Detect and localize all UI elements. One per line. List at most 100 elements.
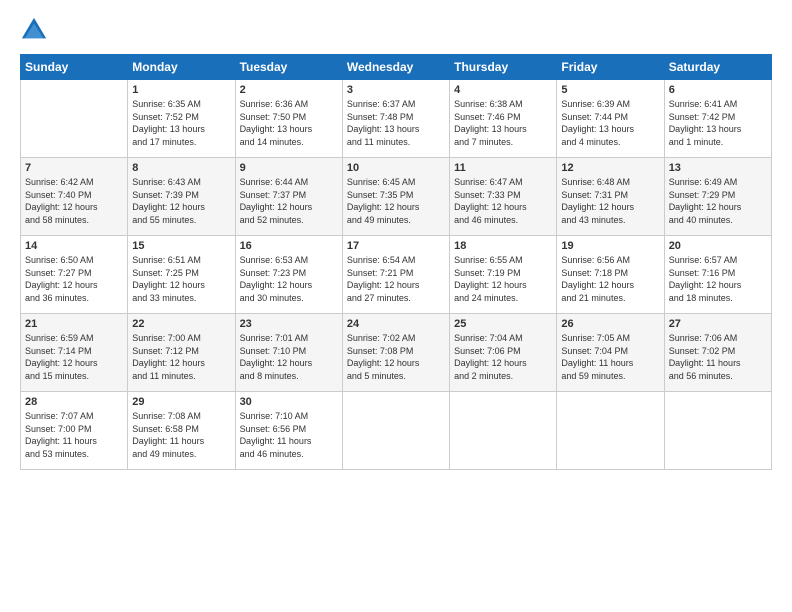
calendar-cell: 16 Sunrise: 6:53 AM Sunset: 7:23 PM Dayli…	[235, 236, 342, 314]
calendar-cell: 7 Sunrise: 6:42 AM Sunset: 7:40 PM Daylig…	[21, 158, 128, 236]
day-number: 27	[669, 318, 767, 330]
day-content: Sunrise: 7:10 AM Sunset: 6:56 PM Dayligh…	[240, 410, 338, 460]
calendar-cell: 5 Sunrise: 6:39 AM Sunset: 7:44 PM Daylig…	[557, 80, 664, 158]
day-number: 23	[240, 318, 338, 330]
day-number: 19	[561, 240, 659, 252]
day-content: Sunrise: 6:50 AM Sunset: 7:27 PM Dayligh…	[25, 254, 123, 304]
day-content: Sunrise: 7:08 AM Sunset: 6:58 PM Dayligh…	[132, 410, 230, 460]
calendar-cell: 28 Sunrise: 7:07 AM Sunset: 7:00 PM Dayli…	[21, 392, 128, 470]
day-number: 1	[132, 84, 230, 96]
calendar-cell: 15Sunrise: 6:51 AM Sunset: 7:25 PM Dayli…	[128, 236, 235, 314]
day-number: 3	[347, 84, 445, 96]
day-content: Sunrise: 6:53 AM Sunset: 7:23 PM Dayligh…	[240, 254, 338, 304]
day-number: 10	[347, 162, 445, 174]
calendar-cell: 27 Sunrise: 7:06 AM Sunset: 7:02 PM Dayli…	[664, 314, 771, 392]
calendar-cell: 30Sunrise: 7:10 AM Sunset: 6:56 PM Dayli…	[235, 392, 342, 470]
logo-icon	[20, 16, 48, 44]
day-content: Sunrise: 6:59 AM Sunset: 7:14 PM Dayligh…	[25, 332, 123, 382]
calendar-cell: 14 Sunrise: 6:50 AM Sunset: 7:27 PM Dayli…	[21, 236, 128, 314]
day-content: Sunrise: 6:54 AM Sunset: 7:21 PM Dayligh…	[347, 254, 445, 304]
day-content: Sunrise: 6:43 AM Sunset: 7:39 PM Dayligh…	[132, 176, 230, 226]
day-number: 20	[669, 240, 767, 252]
day-number: 14	[25, 240, 123, 252]
calendar-cell: 21 Sunrise: 6:59 AM Sunset: 7:14 PM Dayli…	[21, 314, 128, 392]
day-content: Sunrise: 6:41 AM Sunset: 7:42 PM Dayligh…	[669, 98, 767, 148]
header-sunday: Sunday	[21, 55, 128, 80]
week-row-4: 21 Sunrise: 6:59 AM Sunset: 7:14 PM Dayli…	[21, 314, 772, 392]
day-content: Sunrise: 7:06 AM Sunset: 7:02 PM Dayligh…	[669, 332, 767, 382]
logo	[20, 16, 52, 44]
calendar-cell: 11Sunrise: 6:47 AM Sunset: 7:33 PM Dayli…	[450, 158, 557, 236]
day-number: 15	[132, 240, 230, 252]
day-number: 5	[561, 84, 659, 96]
week-row-2: 7 Sunrise: 6:42 AM Sunset: 7:40 PM Daylig…	[21, 158, 772, 236]
day-number: 6	[669, 84, 767, 96]
day-number: 18	[454, 240, 552, 252]
week-row-1: 1 Sunrise: 6:35 AM Sunset: 7:52 PM Daylig…	[21, 80, 772, 158]
day-content: Sunrise: 7:07 AM Sunset: 7:00 PM Dayligh…	[25, 410, 123, 460]
day-content: Sunrise: 6:49 AM Sunset: 7:29 PM Dayligh…	[669, 176, 767, 226]
day-number: 13	[669, 162, 767, 174]
day-content: Sunrise: 6:36 AM Sunset: 7:50 PM Dayligh…	[240, 98, 338, 148]
day-content: Sunrise: 7:01 AM Sunset: 7:10 PM Dayligh…	[240, 332, 338, 382]
week-row-5: 28 Sunrise: 7:07 AM Sunset: 7:00 PM Dayli…	[21, 392, 772, 470]
day-content: Sunrise: 6:45 AM Sunset: 7:35 PM Dayligh…	[347, 176, 445, 226]
page: SundayMondayTuesdayWednesdayThursdayFrid…	[0, 0, 792, 612]
day-content: Sunrise: 6:38 AM Sunset: 7:46 PM Dayligh…	[454, 98, 552, 148]
calendar-cell: 17 Sunrise: 6:54 AM Sunset: 7:21 PM Dayli…	[342, 236, 449, 314]
header-tuesday: Tuesday	[235, 55, 342, 80]
calendar-cell: 10 Sunrise: 6:45 AM Sunset: 7:35 PM Dayli…	[342, 158, 449, 236]
day-content: Sunrise: 6:44 AM Sunset: 7:37 PM Dayligh…	[240, 176, 338, 226]
day-content: Sunrise: 7:05 AM Sunset: 7:04 PM Dayligh…	[561, 332, 659, 382]
calendar-cell: 18 Sunrise: 6:55 AM Sunset: 7:19 PM Dayli…	[450, 236, 557, 314]
day-content: Sunrise: 6:39 AM Sunset: 7:44 PM Dayligh…	[561, 98, 659, 148]
calendar-cell: 6 Sunrise: 6:41 AM Sunset: 7:42 PM Daylig…	[664, 80, 771, 158]
day-number: 25	[454, 318, 552, 330]
day-number: 8	[132, 162, 230, 174]
day-number: 12	[561, 162, 659, 174]
header-thursday: Thursday	[450, 55, 557, 80]
day-number: 22	[132, 318, 230, 330]
day-content: Sunrise: 7:02 AM Sunset: 7:08 PM Dayligh…	[347, 332, 445, 382]
calendar-cell: 3Sunrise: 6:37 AM Sunset: 7:48 PM Daylig…	[342, 80, 449, 158]
day-content: Sunrise: 6:55 AM Sunset: 7:19 PM Dayligh…	[454, 254, 552, 304]
day-content: Sunrise: 6:35 AM Sunset: 7:52 PM Dayligh…	[132, 98, 230, 148]
calendar-cell	[664, 392, 771, 470]
calendar-cell	[342, 392, 449, 470]
day-number: 7	[25, 162, 123, 174]
day-number: 2	[240, 84, 338, 96]
day-number: 24	[347, 318, 445, 330]
header-friday: Friday	[557, 55, 664, 80]
day-number: 28	[25, 396, 123, 408]
day-content: Sunrise: 7:04 AM Sunset: 7:06 PM Dayligh…	[454, 332, 552, 382]
header-saturday: Saturday	[664, 55, 771, 80]
header	[20, 16, 772, 44]
day-number: 9	[240, 162, 338, 174]
day-content: Sunrise: 6:48 AM Sunset: 7:31 PM Dayligh…	[561, 176, 659, 226]
calendar-cell: 20 Sunrise: 6:57 AM Sunset: 7:16 PM Dayli…	[664, 236, 771, 314]
calendar-cell: 24 Sunrise: 7:02 AM Sunset: 7:08 PM Dayli…	[342, 314, 449, 392]
calendar-cell: 4 Sunrise: 6:38 AM Sunset: 7:46 PM Daylig…	[450, 80, 557, 158]
calendar-cell: 26Sunrise: 7:05 AM Sunset: 7:04 PM Dayli…	[557, 314, 664, 392]
day-content: Sunrise: 7:00 AM Sunset: 7:12 PM Dayligh…	[132, 332, 230, 382]
calendar-cell: 13 Sunrise: 6:49 AM Sunset: 7:29 PM Dayli…	[664, 158, 771, 236]
day-number: 4	[454, 84, 552, 96]
calendar-cell: 1 Sunrise: 6:35 AM Sunset: 7:52 PM Daylig…	[128, 80, 235, 158]
calendar-cell: 19 Sunrise: 6:56 AM Sunset: 7:18 PM Dayli…	[557, 236, 664, 314]
calendar-cell: 22 Sunrise: 7:00 AM Sunset: 7:12 PM Dayli…	[128, 314, 235, 392]
calendar-cell	[557, 392, 664, 470]
week-row-3: 14 Sunrise: 6:50 AM Sunset: 7:27 PM Dayli…	[21, 236, 772, 314]
calendar-cell: 9 Sunrise: 6:44 AM Sunset: 7:37 PM Daylig…	[235, 158, 342, 236]
day-content: Sunrise: 6:56 AM Sunset: 7:18 PM Dayligh…	[561, 254, 659, 304]
header-row: SundayMondayTuesdayWednesdayThursdayFrid…	[21, 55, 772, 80]
calendar-cell: 29 Sunrise: 7:08 AM Sunset: 6:58 PM Dayli…	[128, 392, 235, 470]
day-number: 11	[454, 162, 552, 174]
day-number: 21	[25, 318, 123, 330]
calendar-cell: 2 Sunrise: 6:36 AM Sunset: 7:50 PM Daylig…	[235, 80, 342, 158]
calendar-cell: 8 Sunrise: 6:43 AM Sunset: 7:39 PM Daylig…	[128, 158, 235, 236]
day-number: 29	[132, 396, 230, 408]
day-content: Sunrise: 6:42 AM Sunset: 7:40 PM Dayligh…	[25, 176, 123, 226]
day-number: 17	[347, 240, 445, 252]
day-number: 16	[240, 240, 338, 252]
day-content: Sunrise: 6:57 AM Sunset: 7:16 PM Dayligh…	[669, 254, 767, 304]
